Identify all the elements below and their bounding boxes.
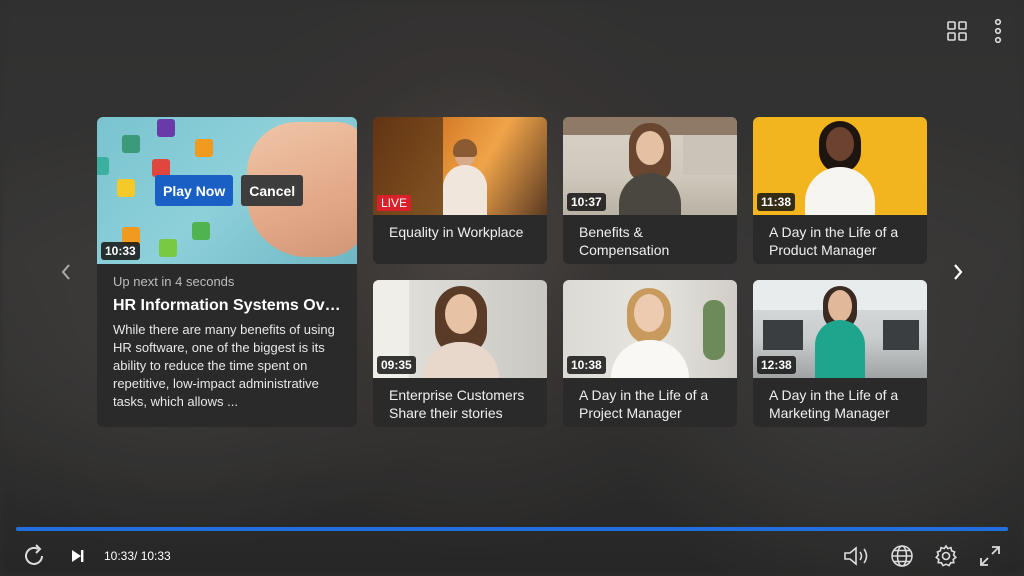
more-options-icon[interactable] <box>994 18 1002 44</box>
chevron-right-icon <box>954 264 963 280</box>
presenter-thumbnail: 10:37 <box>563 117 737 215</box>
time-display: 10:33/ 10:33 <box>104 549 171 563</box>
up-next-card[interactable]: Play Now Cancel 10:33 Up next in 4 secon… <box>97 117 357 427</box>
duration-badge: 09:35 <box>377 356 416 374</box>
speaker-thumbnail: LIVE <box>373 117 547 215</box>
chevron-left-icon <box>61 264 70 280</box>
featured-description: While there are many benefits of using H… <box>113 322 335 409</box>
video-card[interactable]: 10:37 Benefits & Compensation <box>563 117 737 264</box>
video-card[interactable]: 11:38 A Day in the Life of a Product Man… <box>753 117 927 264</box>
fullscreen-button[interactable] <box>978 544 1002 568</box>
featured-thumbnail: Play Now Cancel 10:33 <box>97 117 357 264</box>
woman-smiling-thumbnail: 09:35 <box>373 280 547 378</box>
carousel-next-button[interactable] <box>948 262 968 282</box>
up-next-countdown: Up next in 4 seconds <box>113 274 235 289</box>
video-card[interactable]: LIVE Equality in Workplace <box>373 117 547 264</box>
volume-icon <box>844 546 868 566</box>
duration-badge: 11:38 <box>757 193 796 211</box>
woman-blonde-thumbnail: 10:38 <box>563 280 737 378</box>
duration-badge: 10:37 <box>567 193 606 211</box>
gear-icon <box>935 544 957 567</box>
top-toolbar <box>946 18 1002 44</box>
cancel-button[interactable]: Cancel <box>241 175 304 206</box>
player-controls: 10:33/ 10:33 <box>0 538 1024 576</box>
video-card[interactable]: 09:35 Enterprise Customers Share their s… <box>373 280 547 427</box>
language-button[interactable] <box>890 544 914 568</box>
video-card[interactable]: 10:38 A Day in the Life of a Project Man… <box>563 280 737 427</box>
duration-badge: 10:33 <box>101 242 140 260</box>
globe-icon <box>891 545 913 567</box>
play-now-button[interactable]: Play Now <box>155 175 234 206</box>
volume-button[interactable] <box>842 544 872 568</box>
replay-icon <box>25 544 43 565</box>
video-title: Enterprise Customers Share their stories <box>389 387 525 421</box>
fullscreen-icon <box>980 546 1000 566</box>
next-button[interactable] <box>68 546 88 566</box>
video-title: A Day in the Life of a Product Manager <box>769 224 899 258</box>
video-title: Equality in Workplace <box>389 224 524 240</box>
progress-fill <box>16 527 1008 531</box>
replay-button[interactable] <box>20 542 48 570</box>
settings-button[interactable] <box>934 544 958 568</box>
woman-office-thumbnail: 12:38 <box>753 280 927 378</box>
duration-badge: 12:38 <box>757 356 796 374</box>
live-badge: LIVE <box>377 195 412 211</box>
video-title: A Day in the Life of a Marketing Manager <box>769 387 899 421</box>
woman-yellow-thumbnail: 11:38 <box>753 117 927 215</box>
duration-badge: 10:38 <box>567 356 606 374</box>
progress-bar[interactable] <box>16 527 1008 531</box>
carousel-prev-button[interactable] <box>56 262 76 282</box>
video-card[interactable]: 12:38 A Day in the Life of a Marketing M… <box>753 280 927 427</box>
featured-title: HR Information Systems Over... <box>113 297 341 314</box>
skip-next-icon <box>72 550 84 562</box>
video-title: A Day in the Life of a Project Manager <box>579 387 709 421</box>
video-title: Benefits & Compensation <box>579 224 670 258</box>
grid-view-icon[interactable] <box>946 20 968 42</box>
